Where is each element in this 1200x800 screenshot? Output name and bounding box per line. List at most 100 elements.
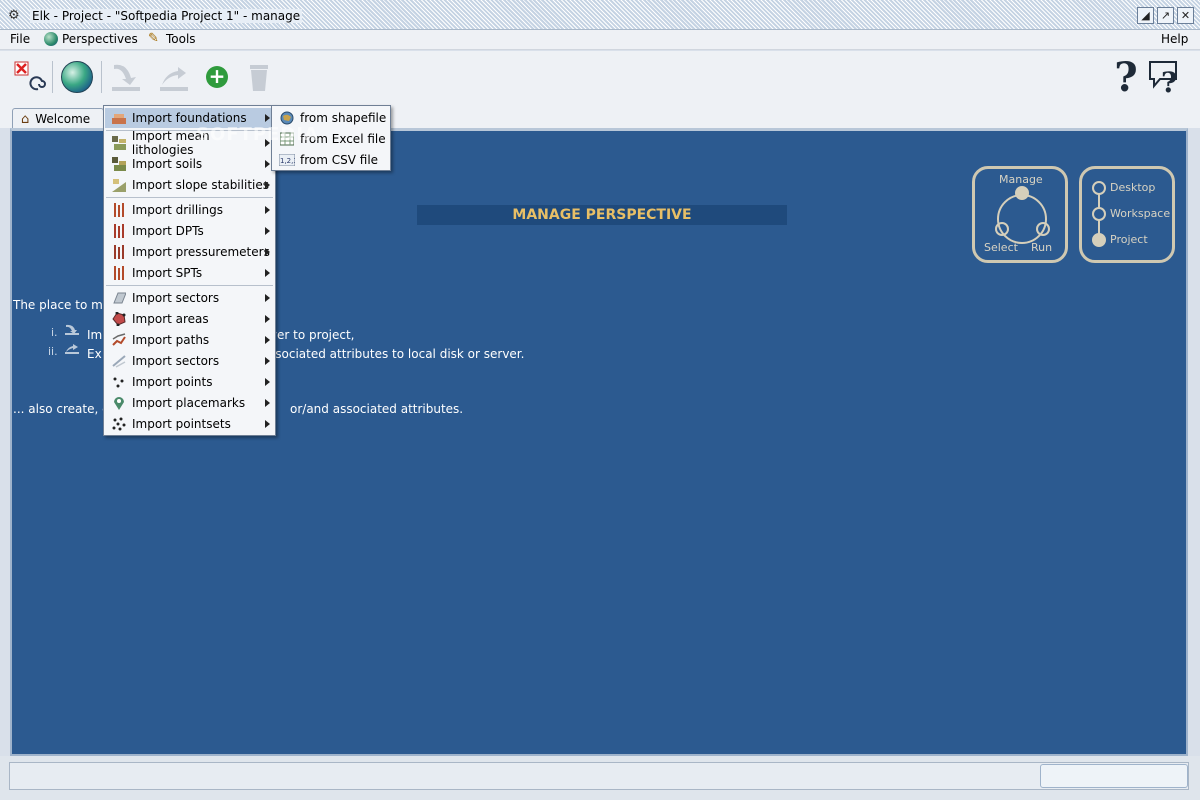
perspective-cycle-widget[interactable]: Manage Select Run [972,166,1068,263]
menu-item-label: Import slope stabilities [132,178,269,192]
help-button[interactable]: ? [1108,54,1144,101]
menu-item-import-soils[interactable]: Import soils [105,154,274,174]
menu-item-import-slope-stabilities[interactable]: Import slope stabilities [105,175,274,195]
workspace-node[interactable] [1092,207,1106,221]
globe-icon [44,32,58,46]
submenu-arrow-icon [265,181,270,189]
run-node[interactable] [1036,222,1050,236]
placemark-icon [111,395,127,411]
export-button[interactable] [156,59,192,95]
level-desktop-label[interactable]: Desktop [1110,181,1155,194]
item1-text-end: rver to project, [265,328,355,342]
foundations-icon [111,110,127,126]
csv-icon: 1,2,3 [279,152,295,168]
perspective-banner: MANAGE PERSPECTIVE [417,205,787,225]
menu-item-import-placemarks[interactable]: Import placemarks [105,393,274,413]
drilling-icon [111,202,127,218]
menu-item-import-pointsets[interactable]: Import pointsets [105,414,274,434]
menu-item-label: from Excel file [300,132,386,146]
menu-item-label: Import points [132,375,213,389]
excel-icon [279,131,295,147]
menu-item-import-drillings[interactable]: Import drillings [105,200,274,220]
status-progress-field [1040,764,1188,788]
menu-help[interactable]: Help [1161,32,1188,46]
close-project-button[interactable] [12,59,48,95]
pressuremeter-icon [111,244,127,260]
also-text-end: or/and associated attributes. [290,402,464,416]
menu-item-import-paths[interactable]: Import paths [105,330,274,350]
maximize-icon[interactable]: ↗ [1157,7,1174,24]
status-bar [0,756,1200,800]
menu-item-from-csv-file[interactable]: 1,2,3 from CSV file [273,150,389,170]
minimize-icon[interactable]: ◢ [1137,7,1154,24]
import-button[interactable] [108,59,144,95]
menu-item-import-foundations[interactable]: Import foundations [105,108,274,128]
delete-button[interactable] [241,59,277,95]
intro-text: The place to ma [13,298,111,312]
level-project-label[interactable]: Project [1110,233,1148,246]
soils-icon [111,156,127,172]
menu-item-import-pressuremeters[interactable]: Import pressuremeters [105,242,274,262]
menu-item-import-mean-lithologies[interactable]: Import mean lithologies [105,129,274,157]
item2-text-end: ssociated attributes to local disk or se… [269,347,525,361]
project-node[interactable] [1092,233,1106,247]
menu-item-label: Import sectors [132,354,220,368]
perspective-run-label[interactable]: Run [1031,241,1052,254]
context-help-icon: ? [1149,61,1177,95]
slope-icon [111,177,127,193]
menu-item-from-shapefile[interactable]: from shapefile [273,108,389,128]
pencil-icon: ✎ [148,31,159,46]
menu-file[interactable]: File [10,32,30,46]
list-number: i. [51,326,58,339]
submenu-arrow-icon [265,315,270,323]
menu-item-label: Import pressuremeters [132,245,270,259]
menu-item-label: Import placemarks [132,396,246,410]
menu-item-label: from shapefile [300,111,387,125]
help-icon: ? [1114,53,1138,101]
paths-icon [111,332,127,348]
menu-item-import-sectors-2[interactable]: Import sectors [105,351,274,371]
menu-item-import-areas[interactable]: Import areas [105,309,274,329]
perspective-level-widget[interactable]: Desktop Workspace Project [1079,166,1175,263]
menu-item-import-sectors[interactable]: Import sectors [105,288,274,308]
menu-perspectives[interactable]: Perspectives [44,32,138,46]
submenu-arrow-icon [265,227,270,235]
context-help-button[interactable]: ? [1146,59,1182,95]
submenu-arrow-icon [265,420,270,428]
menu-tools[interactable]: ✎ Tools [148,31,196,47]
menu-item-import-dpts[interactable]: Import DPTs [105,221,274,241]
item2-text-start: Ex [87,347,102,361]
submenu-arrow-icon [265,269,270,277]
close-icon[interactable]: ✕ [1177,7,1194,24]
submenu-arrow-icon [265,378,270,386]
perspective-globe-button[interactable] [59,59,95,95]
desktop-node[interactable] [1092,181,1106,195]
menu-item-import-spts[interactable]: Import SPTs [105,263,274,283]
menu-item-import-points[interactable]: Import points [105,372,274,392]
perspective-select-label[interactable]: Select [984,241,1018,254]
manage-node[interactable] [1015,186,1029,200]
add-button[interactable]: + [199,59,235,95]
globe-icon [61,61,93,93]
sectors-line-icon [111,353,127,369]
menu-item-label: Import soils [132,157,203,171]
menu-item-label: Import areas [132,312,209,326]
pointsets-icon [111,416,127,432]
item1-text-start: Im [87,328,103,342]
import-icon [112,64,140,91]
plus-icon: + [206,66,228,88]
menu-item-from-excel-file[interactable]: from Excel file [273,129,389,149]
perspective-manage-label[interactable]: Manage [999,173,1043,186]
select-node[interactable] [995,222,1009,236]
tab-welcome[interactable]: ⌂ Welcome [12,108,104,129]
list-number: ii. [48,345,58,358]
level-workspace-label[interactable]: Workspace [1110,207,1170,220]
import-foundations-submenu: from shapefile from Excel file 1,2,3 fro… [271,105,391,171]
svg-text:1,2,3: 1,2,3 [280,157,295,165]
title-bar: ⚙ Elk - Project - "Softpedia Project 1" … [0,0,1200,30]
svg-text:?: ? [1161,66,1177,95]
menu-item-label: from CSV file [300,153,379,167]
home-icon: ⌂ [21,111,30,127]
menu-item-label: Import foundations [132,111,247,125]
menu-help-label: Help [1161,32,1189,46]
